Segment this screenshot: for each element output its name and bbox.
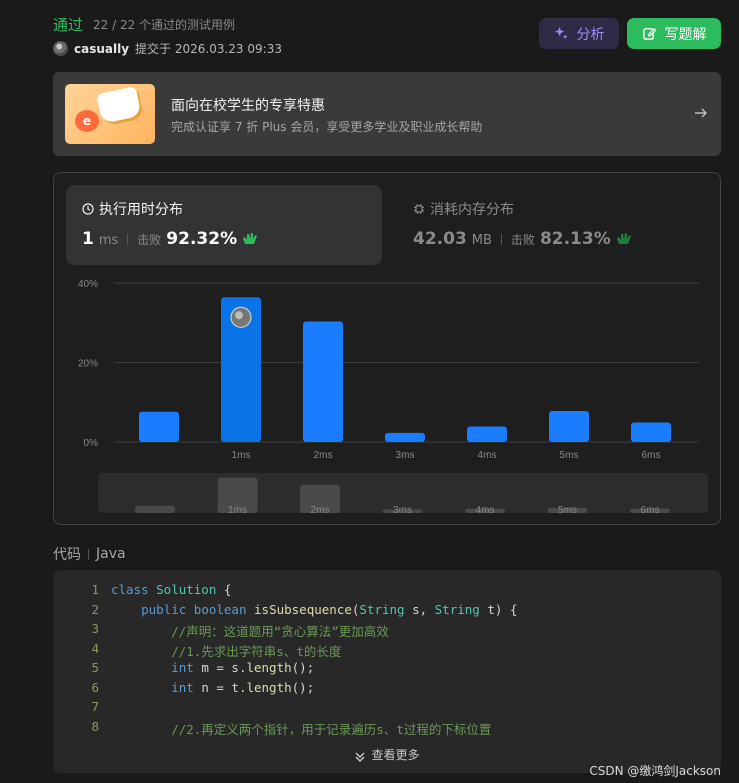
line-content (99, 699, 111, 718)
bar (467, 426, 507, 442)
edit-icon (642, 27, 656, 40)
overview-tick-label: 2ms (311, 505, 330, 516)
x-tick-label: 3ms (396, 450, 415, 461)
x-tick-label: 1ms (232, 450, 251, 461)
bar (385, 432, 425, 442)
write-solution-button[interactable]: 写题解 (627, 18, 721, 49)
overview-bar (135, 505, 175, 513)
line-content: class Solution { (111, 582, 232, 597)
code-line: 2 public boolean isSubsequence(String s,… (53, 602, 517, 621)
line-number: 6 (91, 679, 99, 695)
bar (549, 410, 589, 442)
x-tick-label: 2ms (314, 450, 333, 461)
line-content: int n = t.length(); (171, 679, 315, 695)
avatar[interactable] (53, 41, 68, 56)
overview-tick-label: 4ms (476, 505, 495, 516)
line-content: //1.先求出字符串s、t的长度 (111, 643, 342, 659)
line-number: 3 (91, 621, 99, 636)
analyze-button[interactable]: 分析 (539, 18, 619, 49)
line-content: //声明：这道题用“贪心算法”更加高效 (111, 624, 389, 639)
chevron-double-down-icon (355, 752, 365, 762)
analyze-label: 分析 (576, 26, 605, 43)
promo-title: 面向在校学生的专享特惠 (171, 98, 325, 114)
code-language: Java (96, 546, 126, 562)
x-tick-label: 4ms (478, 450, 497, 461)
bar (631, 422, 671, 442)
code-line: 5 int m = s.length(); (53, 660, 314, 679)
line-number: 2 (91, 601, 99, 617)
x-tick-label: 6ms (642, 450, 661, 461)
y-tick-label: 20% (78, 359, 98, 370)
watermark: CSDN @缴鸿剑Jackson (589, 764, 721, 778)
submit-time: 提交于 2026.03.23 09:33 (135, 42, 282, 56)
promo-subtitle: 完成认证享 7 折 Plus 会员，享受更多学业及职业成长帮助 (171, 120, 483, 134)
bar (303, 321, 343, 442)
overview-tick-label: 5ms (558, 505, 577, 516)
code-viewer[interactable]: 1 class Solution { 2 public boolean isSubs… (53, 570, 721, 773)
line-content: public boolean isSubsequence(String s, S… (141, 601, 518, 617)
y-tick-label: 40% (78, 279, 98, 290)
write-solution-label: 写题解 (664, 26, 707, 43)
sparkle-icon (554, 26, 568, 40)
code-line: 6 int n = t.length(); (53, 680, 314, 699)
arrow-right-icon[interactable] (693, 105, 709, 121)
status-label: 通过 (53, 16, 84, 34)
code-header: 代码 Java (53, 544, 126, 564)
overview-tick-label: 6ms (641, 505, 660, 516)
avatar-detail (235, 311, 243, 320)
runtime-distribution-chart: 40% 20% 0% 1ms 2ms 3ms 4ms 5ms 6ms 1ms 2ms 3ms 4ms 5m… (78, 279, 708, 516)
code-line: 1 class Solution { (53, 582, 231, 601)
line-number: 4 (91, 640, 99, 656)
show-more-label: 查看更多 (371, 748, 420, 762)
y-tick-label: 0% (84, 438, 99, 449)
testcase-count: 22 / 22 个通过的测试用例 (93, 18, 236, 32)
performance-distribution: 执行用时分布 1 ms 击败 92.32% 消耗内存分布 42.03 MB 击败… (53, 172, 721, 525)
line-content: int m = s.length(); (171, 660, 315, 675)
code-line: 3 //声明：这道题用“贪心算法”更加高效 (53, 621, 389, 640)
x-tick-label: 5ms (560, 450, 579, 461)
submission-header: 通过 22 / 22 个通过的测试用例 casually 提交于 2026.03… (53, 12, 721, 60)
student-promo-banner[interactable]: e 面向在校学生的专享特惠 完成认证享 7 折 Plus 会员，享受更多学业及职… (53, 72, 721, 156)
code-line: 4 //1.先求出字符串s、t的长度 (53, 641, 341, 660)
submission-info: casually 提交于 2026.03.23 09:33 (53, 40, 282, 57)
line-number: 5 (91, 660, 99, 675)
graduation-cap-illustration: e (65, 84, 155, 144)
line-number: 7 (91, 699, 99, 714)
bar (139, 411, 179, 442)
overview-tick-label: 3ms (393, 505, 412, 516)
overview-tick-label: 1ms (228, 505, 247, 516)
line-number: 1 (91, 582, 99, 597)
code-line: 7 (53, 699, 111, 718)
code-title: 代码 (53, 547, 81, 563)
username[interactable]: casually (74, 42, 129, 56)
